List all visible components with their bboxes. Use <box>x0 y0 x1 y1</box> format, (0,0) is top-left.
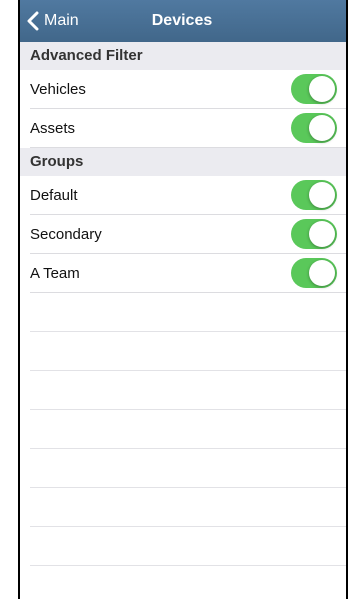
list-item-a-team: A Team <box>20 254 346 293</box>
list-item-assets: Assets <box>20 109 346 148</box>
list-item-vehicles: Vehicles <box>20 70 346 109</box>
empty-row <box>20 293 346 332</box>
navigation-bar: Main Devices <box>20 0 346 42</box>
empty-row <box>20 332 346 371</box>
settings-list: Advanced Filter Vehicles Assets Groups D… <box>20 42 346 599</box>
empty-row <box>20 527 346 566</box>
toggle-knob <box>309 260 335 286</box>
page-title: Devices <box>151 12 213 29</box>
device-screen: Main Devices Advanced Filter Vehicles As… <box>18 0 348 599</box>
toggle-knob <box>309 182 335 208</box>
toggle-knob <box>309 115 335 141</box>
section-header-advanced-filter: Advanced Filter <box>20 42 346 70</box>
secondary-toggle[interactable] <box>291 219 337 249</box>
list-item-default: Default <box>20 176 346 215</box>
empty-row <box>20 488 346 527</box>
list-item-secondary: Secondary <box>20 215 346 254</box>
a-team-toggle[interactable] <box>291 258 337 288</box>
empty-row <box>20 449 346 488</box>
toggle-knob <box>309 221 335 247</box>
empty-row <box>20 371 346 410</box>
section-header-groups: Groups <box>20 148 346 176</box>
empty-row <box>20 410 346 449</box>
empty-row <box>20 566 346 599</box>
assets-toggle[interactable] <box>291 113 337 143</box>
default-toggle[interactable] <box>291 180 337 210</box>
toggle-knob <box>309 76 335 102</box>
vehicles-toggle[interactable] <box>291 74 337 104</box>
